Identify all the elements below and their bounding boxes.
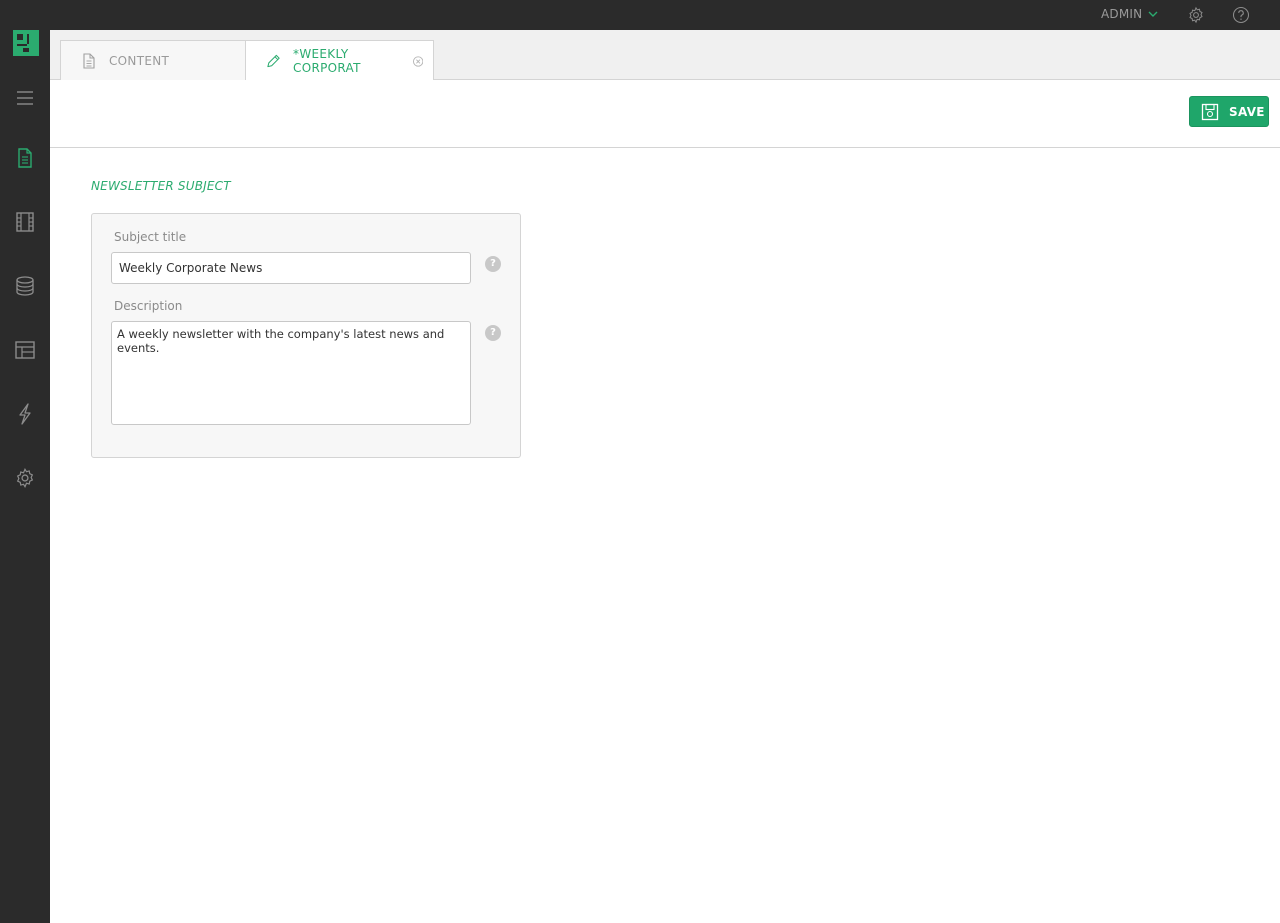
save-label: SAVE xyxy=(1229,104,1265,119)
chevron-down-icon xyxy=(1148,11,1158,17)
close-icon[interactable] xyxy=(412,55,424,67)
help-icon[interactable] xyxy=(1232,6,1250,24)
help-icon[interactable]: ? xyxy=(485,256,501,272)
tab-bar: CONTENT *WEEKLY CORPORAT xyxy=(50,30,1280,81)
sidebar-item-settings[interactable] xyxy=(0,458,50,498)
document-icon xyxy=(83,52,95,69)
description-label: Description xyxy=(114,299,183,313)
form-panel: Subject title ? Description A weekly new… xyxy=(91,213,521,458)
app-logo[interactable] xyxy=(13,30,39,56)
document-icon xyxy=(18,148,32,168)
gear-icon[interactable] xyxy=(1187,6,1205,24)
database-icon xyxy=(16,276,34,296)
film-icon xyxy=(16,212,34,232)
sidebar-item-media[interactable] xyxy=(0,202,50,242)
user-name: ADMIN xyxy=(1101,7,1143,21)
sidebar-item-layouts[interactable] xyxy=(0,330,50,370)
top-bar: ADMIN xyxy=(0,0,1280,30)
tab-weekly-corporate[interactable]: *WEEKLY CORPORAT xyxy=(245,40,434,81)
sidebar-item-data[interactable] xyxy=(0,266,50,306)
save-button[interactable]: SAVE xyxy=(1189,96,1269,127)
description-textarea[interactable]: A weekly newsletter with the company's l… xyxy=(111,321,471,425)
sidebar xyxy=(0,0,50,923)
user-menu[interactable]: ADMIN xyxy=(1101,7,1158,21)
pencil-icon xyxy=(267,54,280,68)
gear-icon xyxy=(16,467,34,489)
hamburger-icon xyxy=(17,91,33,105)
tab-label: *WEEKLY CORPORAT xyxy=(293,47,361,75)
section-title: NEWSLETTER SUBJECT xyxy=(91,179,231,193)
sidebar-item-menu[interactable] xyxy=(0,78,50,118)
sidebar-item-content[interactable] xyxy=(0,138,50,178)
main-panel: CONTENT *WEEKLY CORPORAT SAVE NEWSLETTER… xyxy=(50,30,1280,923)
tab-content[interactable]: CONTENT xyxy=(60,40,246,80)
toolbar: SAVE xyxy=(50,80,1280,148)
subject-title-label: Subject title xyxy=(114,230,187,244)
sidebar-item-actions[interactable] xyxy=(0,394,50,434)
layout-icon xyxy=(15,341,35,359)
subject-title-input[interactable] xyxy=(111,252,471,284)
tab-label: CONTENT xyxy=(109,53,170,68)
save-icon xyxy=(1201,103,1219,120)
help-icon[interactable]: ? xyxy=(485,325,501,341)
lightning-icon xyxy=(19,403,31,425)
